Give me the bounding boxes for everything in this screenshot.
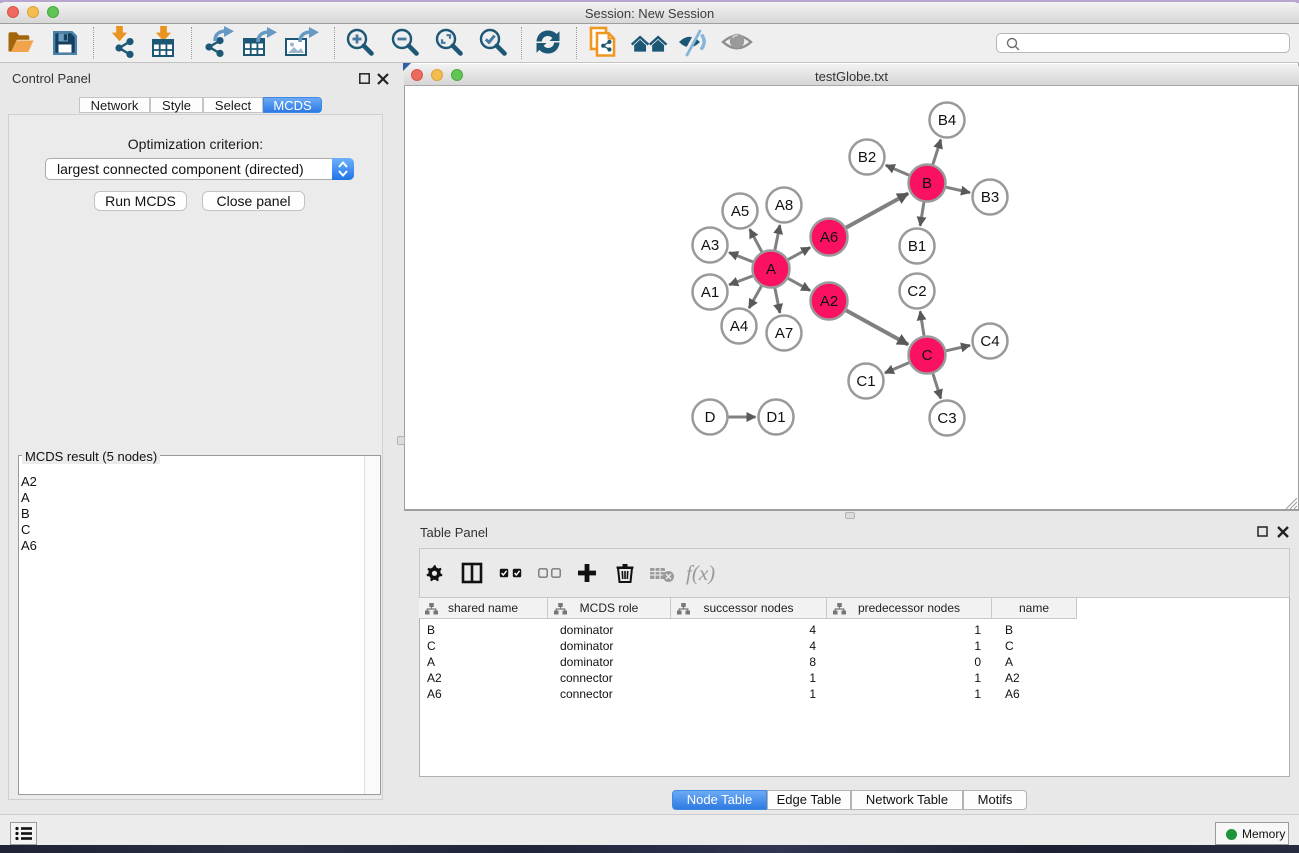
svg-text:A7: A7 (775, 325, 793, 342)
svg-text:A1: A1 (701, 284, 719, 301)
svg-text:D: D (705, 409, 716, 426)
svg-text:C: C (922, 347, 933, 364)
svg-text:B1: B1 (908, 238, 926, 255)
svg-text:A6: A6 (820, 229, 838, 246)
svg-text:A3: A3 (701, 237, 719, 254)
svg-text:C1: C1 (856, 373, 875, 390)
svg-text:B2: B2 (858, 149, 876, 166)
svg-text:C2: C2 (907, 283, 926, 300)
svg-text:A5: A5 (731, 203, 749, 220)
svg-text:C3: C3 (937, 410, 956, 427)
svg-text:C4: C4 (980, 333, 999, 350)
svg-text:B4: B4 (938, 112, 956, 129)
svg-text:A2: A2 (820, 293, 838, 310)
svg-text:B3: B3 (981, 189, 999, 206)
svg-text:A8: A8 (775, 197, 793, 214)
svg-text:A4: A4 (730, 318, 748, 335)
svg-text:A: A (766, 261, 776, 278)
svg-text:D1: D1 (766, 409, 785, 426)
svg-text:B: B (922, 175, 932, 192)
